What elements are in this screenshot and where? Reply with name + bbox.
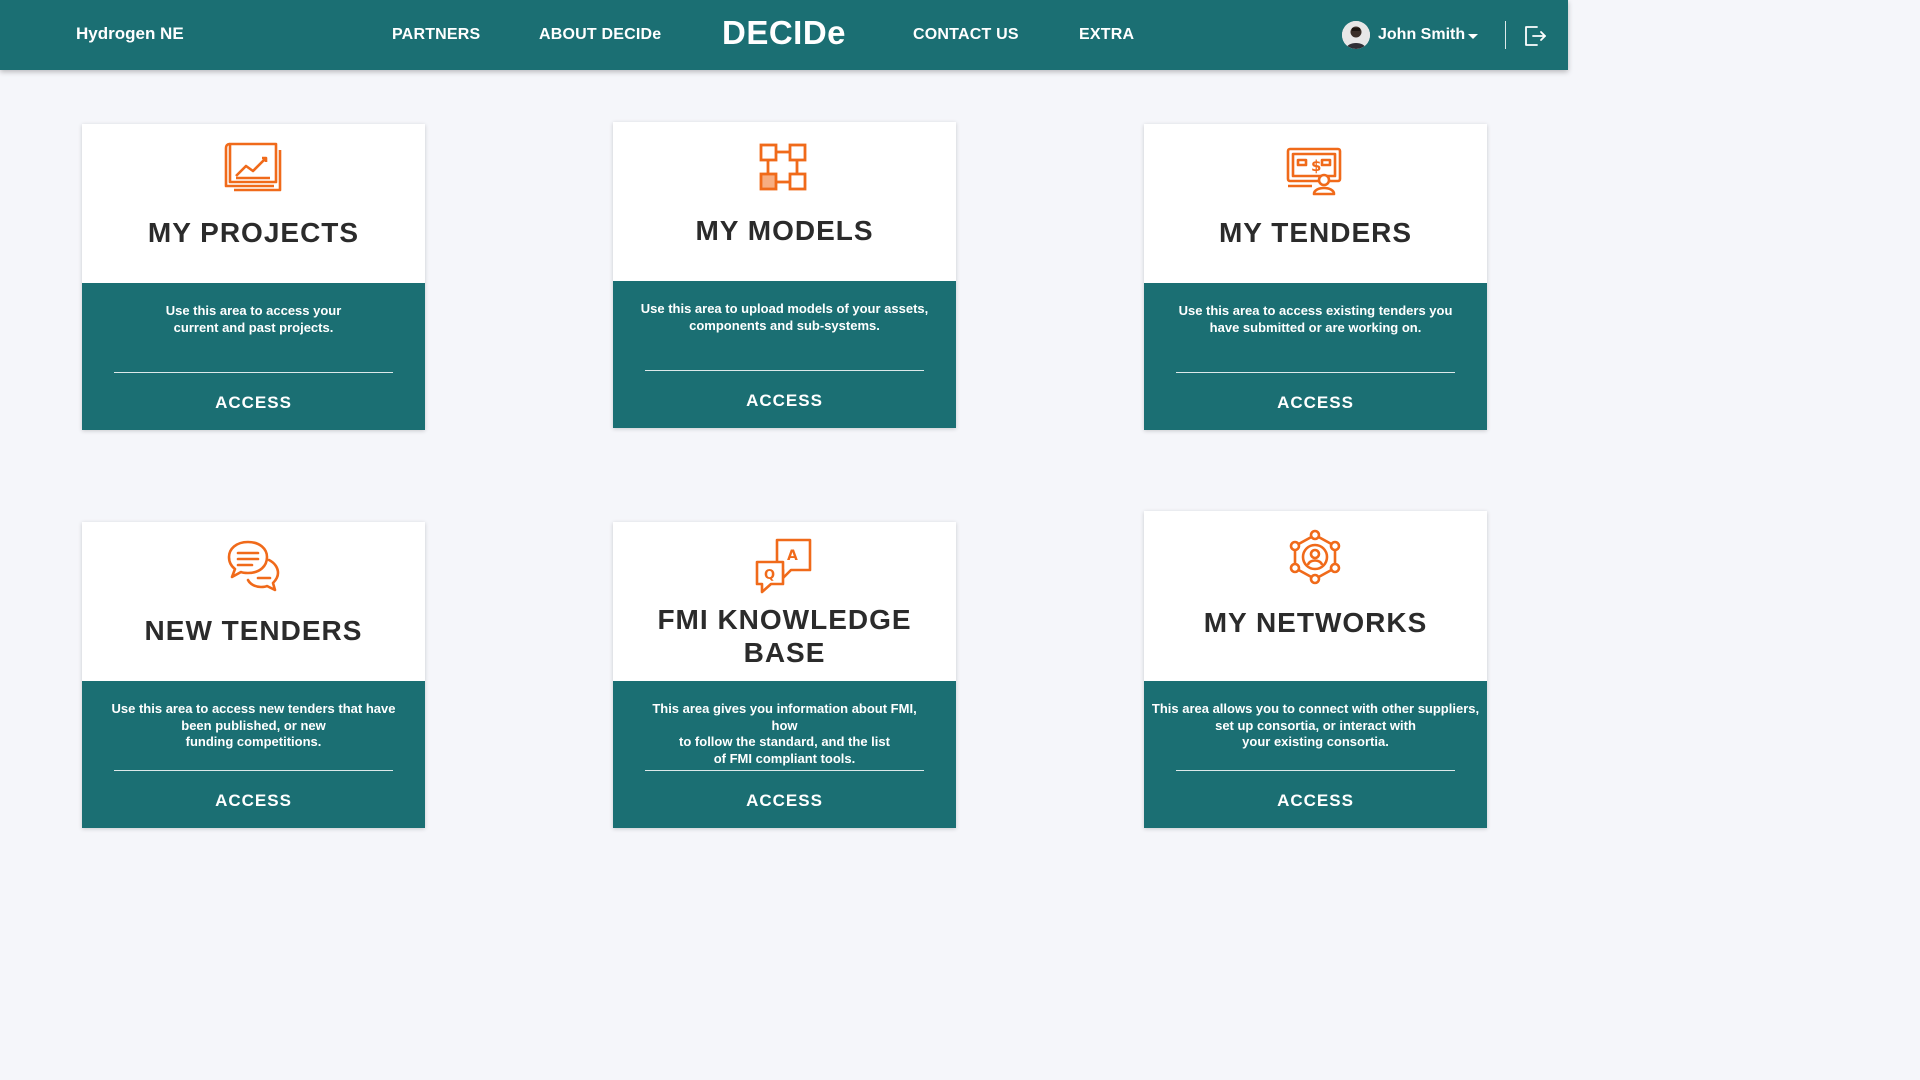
access-button[interactable]: ACCESS (1144, 791, 1487, 811)
user-name: John Smith (1378, 26, 1466, 43)
card-description: This area allows you to connect with oth… (1151, 701, 1480, 749)
top-navbar: Hydrogen NE PARTNERS ABOUT DECIDe DECIDe… (0, 0, 1568, 70)
card-title: FMI KNOWLEDGE BASE (657, 604, 912, 668)
access-button[interactable]: ACCESS (613, 391, 956, 411)
nav-divider (1505, 21, 1506, 49)
card-description: This area gives you information about FM… (652, 701, 917, 766)
chevron-down-icon (1468, 33, 1479, 39)
card-new-tenders: NEW TENDERS Use this area to access new … (82, 522, 425, 828)
nav-link-partners[interactable]: PARTNERS (392, 26, 480, 44)
network-icon (1284, 529, 1346, 585)
card-description: Use this area to access new tenders that… (111, 701, 396, 749)
logout-icon[interactable] (1523, 24, 1547, 48)
divider (1176, 372, 1455, 373)
card-my-networks: MY NETWORKS This area allows you to conn… (1144, 511, 1487, 828)
qa-icon: A Q (753, 538, 815, 594)
tenders-icon: $ (1284, 144, 1346, 200)
card-description: Use this area to upload models of your a… (640, 301, 929, 333)
projects-icon (222, 140, 284, 196)
divider (1176, 770, 1455, 771)
chat-icon (222, 538, 284, 594)
card-description: Use this area to access existing tenders… (1178, 303, 1453, 335)
card-title: MY TENDERS (1218, 217, 1413, 248)
app-logo[interactable]: DECIDe (722, 14, 846, 52)
svg-text:A: A (787, 548, 798, 564)
avatar (1342, 21, 1370, 49)
divider (114, 372, 393, 373)
card-title: NEW TENDERS (144, 615, 363, 646)
card-my-projects: MY PROJECTS Use this area to access your… (82, 124, 425, 430)
nav-link-extra[interactable]: EXTRA (1079, 26, 1134, 44)
models-icon (753, 142, 815, 198)
divider (114, 770, 393, 771)
card-fmi-knowledge-base: A Q FMI KNOWLEDGE BASE This area gives y… (613, 522, 956, 828)
svg-text:Q: Q (764, 568, 775, 583)
brand-name[interactable]: Hydrogen NE (76, 24, 184, 44)
nav-link-contact[interactable]: CONTACT US (913, 26, 1019, 44)
access-button[interactable]: ACCESS (613, 791, 956, 811)
access-button[interactable]: ACCESS (82, 393, 425, 413)
divider (645, 770, 924, 771)
card-title: MY MODELS (695, 215, 874, 246)
svg-text:$: $ (1311, 157, 1321, 175)
card-title: MY NETWORKS (1203, 607, 1428, 638)
card-my-models: MY MODELS Use this area to upload models… (613, 122, 956, 428)
nav-link-about[interactable]: ABOUT DECIDe (539, 26, 661, 44)
access-button[interactable]: ACCESS (1144, 393, 1487, 413)
card-title: MY PROJECTS (147, 217, 360, 248)
card-description: Use this area to access your current and … (165, 303, 342, 335)
card-my-tenders: $ MY TENDERS Use this area to access exi… (1144, 124, 1487, 430)
user-menu[interactable]: John Smith (1342, 21, 1479, 49)
access-button[interactable]: ACCESS (82, 791, 425, 811)
divider (645, 370, 924, 371)
